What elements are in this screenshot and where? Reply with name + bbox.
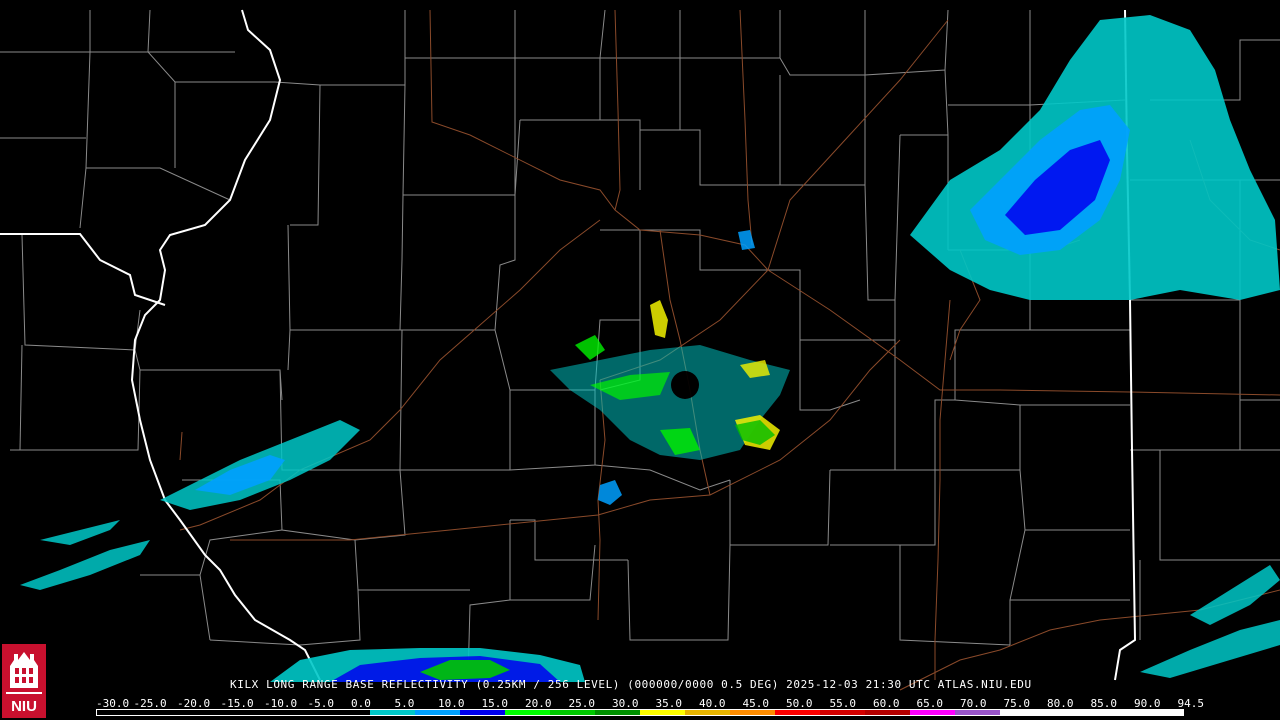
echo-west [20, 420, 360, 590]
radar-map [0, 9, 1280, 715]
svg-text:NIU: NIU [11, 698, 37, 715]
echo-central [550, 230, 790, 505]
echo-southeast [1140, 565, 1280, 678]
state-boundaries [0, 9, 1137, 681]
niu-logo: NIU [2, 644, 46, 718]
reflectivity-scale-bar [96, 709, 1184, 716]
radar-product-caption: KILX LONG RANGE BASE REFLECTIVITY (0.25K… [230, 678, 1032, 691]
precipitation-echoes [20, 15, 1280, 682]
reflectivity-scale-labels: -30.0 -25.0 -20.0 -15.0 -10.0 -5.0 0.0 5.0 10.0 1… [96, 697, 1204, 710]
